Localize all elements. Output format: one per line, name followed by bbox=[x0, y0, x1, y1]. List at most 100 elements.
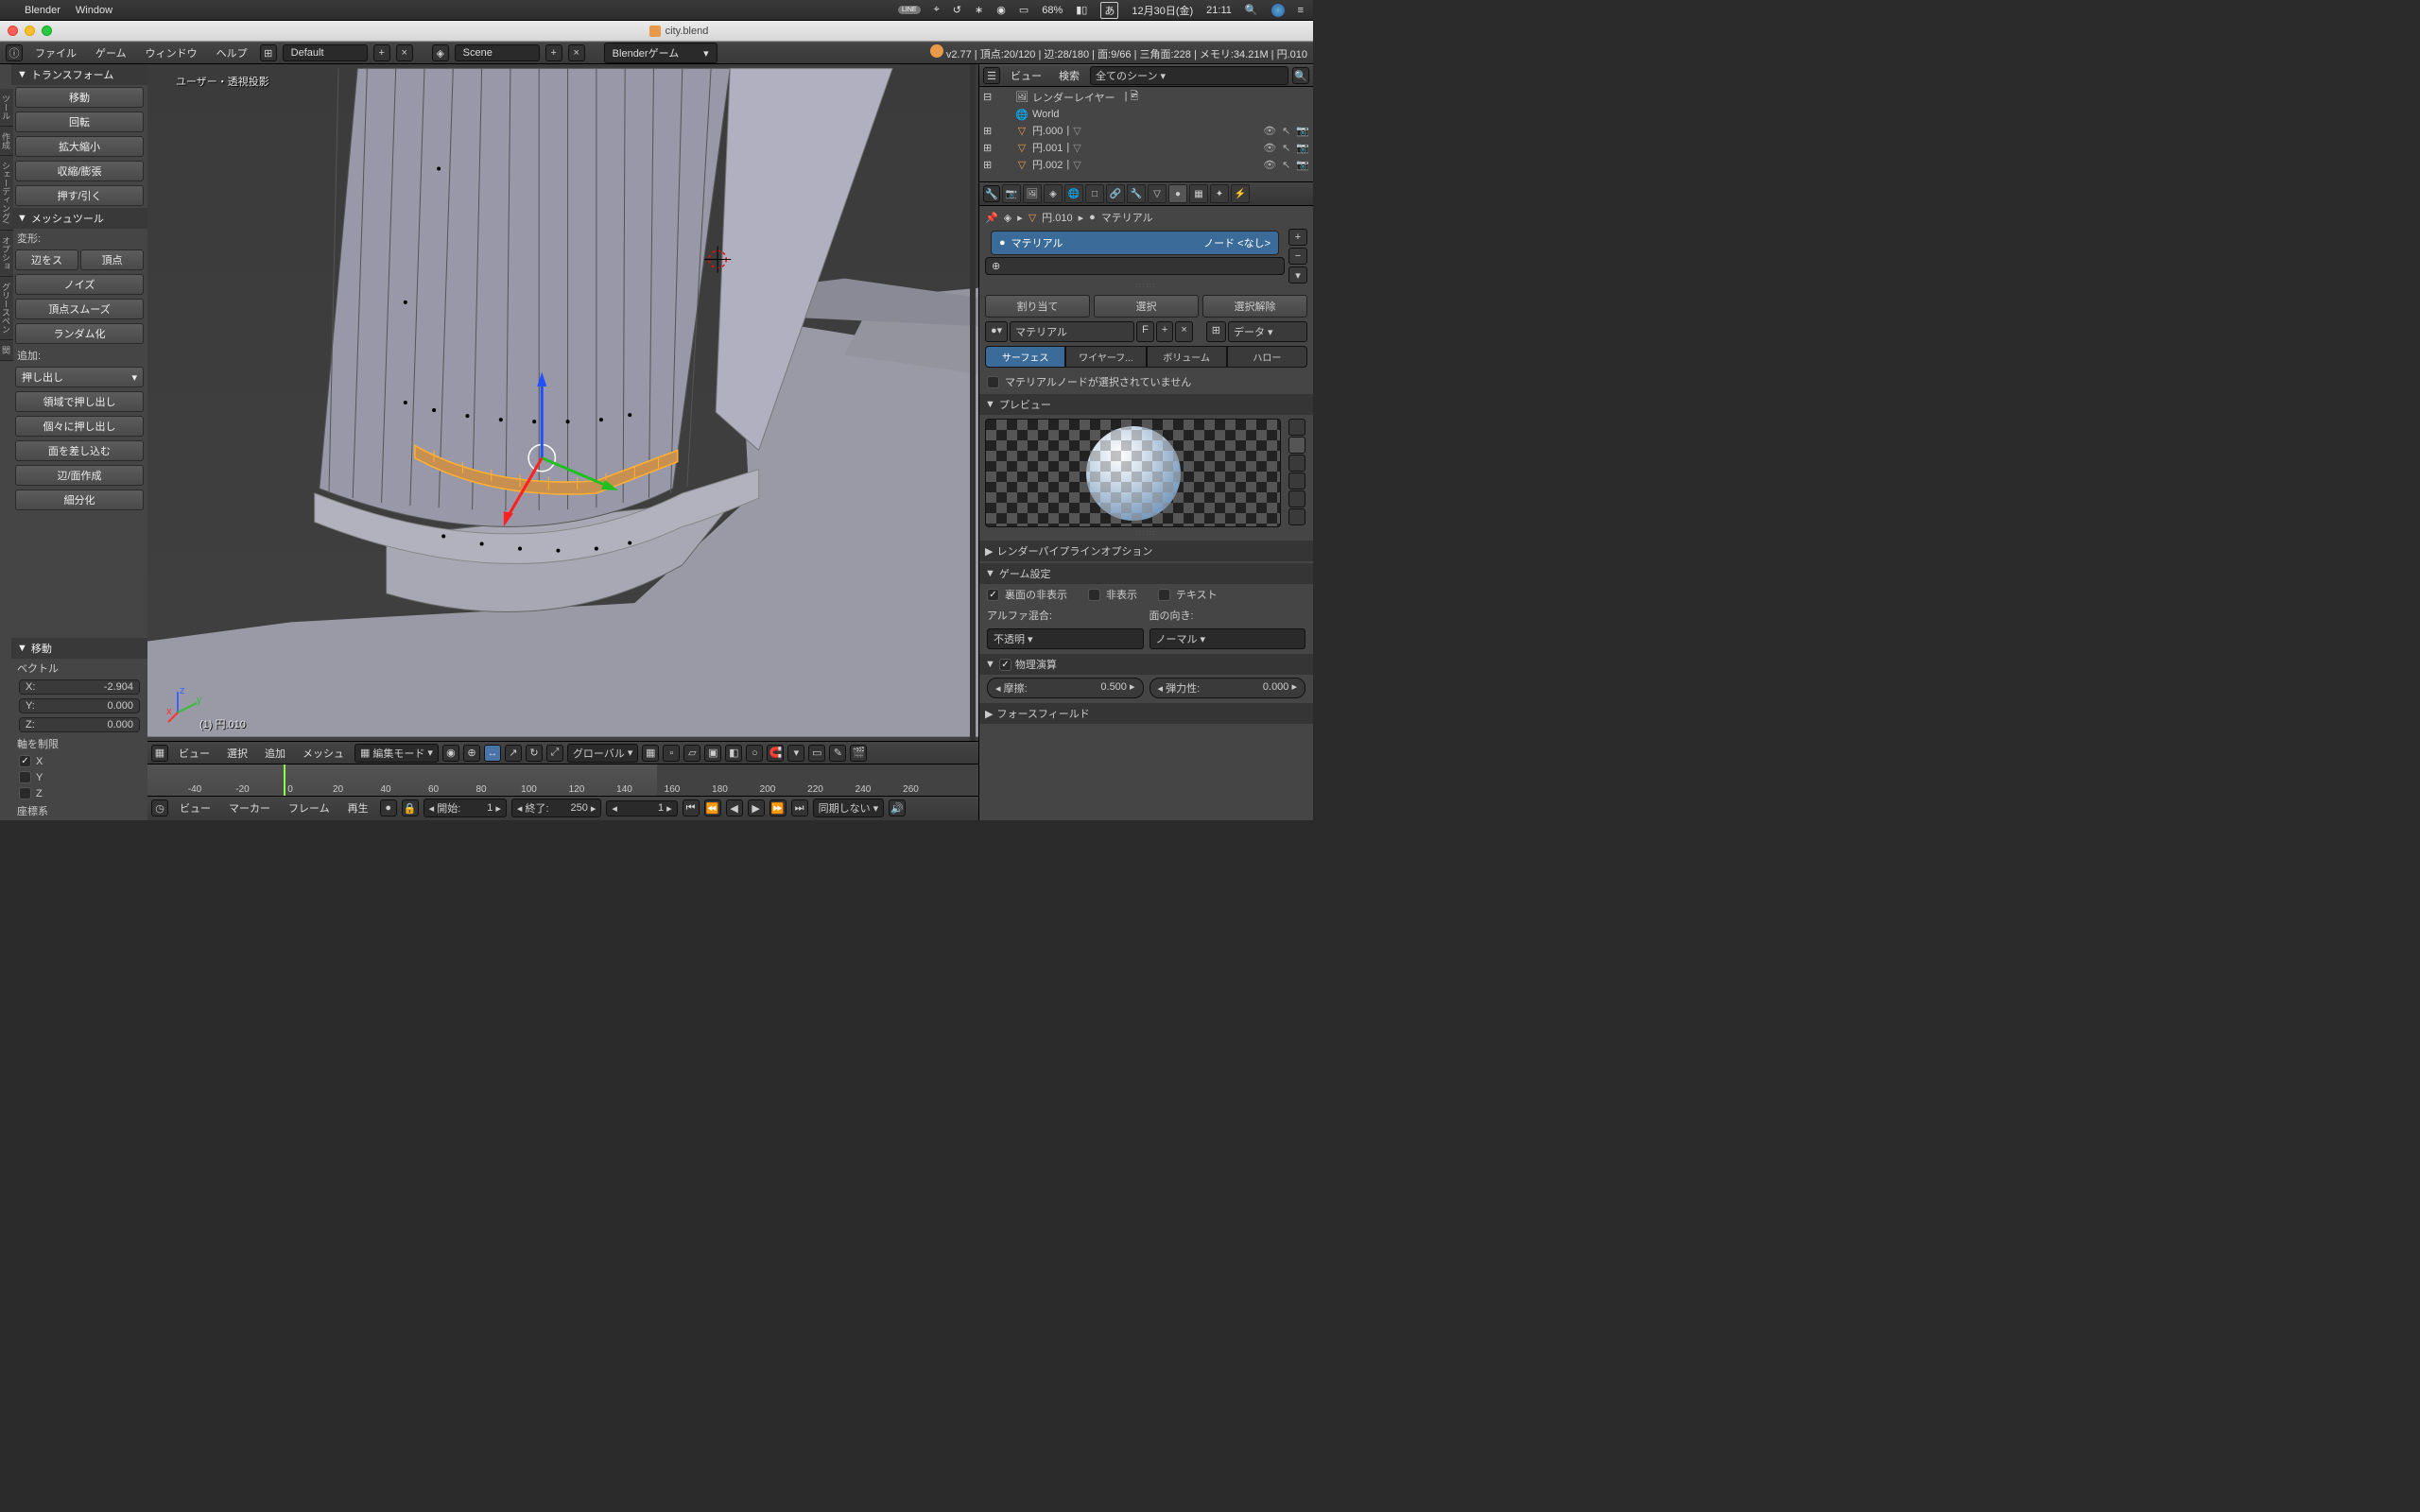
alpha-dropdown[interactable]: 不透明 ▾ bbox=[987, 628, 1144, 649]
outliner-row-circle001[interactable]: ⊞▽円.001 | ▽👁↖📷 bbox=[979, 139, 1313, 156]
data-link-dropdown[interactable]: データ ▾ bbox=[1228, 321, 1307, 342]
prop-tab-texture[interactable]: ▦ bbox=[1189, 184, 1208, 203]
tab-gpencil[interactable]: グリースペン bbox=[0, 277, 13, 340]
edge-slide-button[interactable]: 辺をス bbox=[15, 249, 78, 270]
tl-marker[interactable]: マーカー bbox=[222, 799, 277, 817]
outliner-editor-icon[interactable]: ☰ bbox=[983, 67, 1000, 84]
assign-button[interactable]: 割り当て bbox=[985, 295, 1090, 318]
rotate-button[interactable]: 回転 bbox=[15, 112, 144, 132]
render-border-icon[interactable]: ▭ bbox=[808, 745, 825, 762]
outliner-filter[interactable]: 全てのシーン ▾ bbox=[1090, 66, 1288, 85]
inset-button[interactable]: 面を差し込む bbox=[15, 440, 144, 461]
tl-playback[interactable]: 再生 bbox=[341, 799, 375, 817]
close-button[interactable] bbox=[8, 26, 18, 36]
preview-panel-header[interactable]: ▼ プレビュー bbox=[979, 394, 1313, 415]
prop-tab-scene[interactable]: ◈ bbox=[1044, 184, 1063, 203]
pipeline-panel-header[interactable]: ▶ レンダーパイプラインオプション bbox=[979, 541, 1313, 561]
constraint-z-checkbox[interactable] bbox=[19, 787, 31, 799]
layout-dropdown[interactable]: Default bbox=[283, 44, 368, 61]
tl-view[interactable]: ビュー bbox=[173, 799, 217, 817]
gpencil-icon[interactable]: ✎ bbox=[829, 745, 846, 762]
prop-tab-object[interactable]: □ bbox=[1085, 184, 1104, 203]
slot-add-icon[interactable]: + bbox=[1288, 229, 1307, 246]
view-menu[interactable]: ビュー bbox=[172, 744, 216, 763]
spotlight-icon[interactable]: 🔍 bbox=[1245, 4, 1258, 16]
tab-options[interactable]: オプショ bbox=[0, 231, 13, 277]
cursor-icon[interactable]: ↖ bbox=[1282, 125, 1290, 137]
props-editor-icon[interactable]: 🔧 bbox=[983, 185, 1000, 202]
material-new-icon[interactable]: + bbox=[1156, 321, 1173, 342]
prop-tab-render[interactable]: 📷 bbox=[1002, 184, 1021, 203]
prop-tab-particles[interactable]: ✦ bbox=[1210, 184, 1229, 203]
vector-z-field[interactable]: Z:0.000 bbox=[19, 717, 140, 732]
translate-button[interactable]: 移動 bbox=[15, 87, 144, 108]
extrude-dropdown[interactable]: 押し出し▾ bbox=[15, 367, 144, 387]
search-icon[interactable]: 🔍 bbox=[1292, 67, 1309, 84]
prop-tab-layers[interactable]: 🖼 bbox=[1023, 184, 1042, 203]
physics-panel-header[interactable]: ▼ 物理演算 bbox=[979, 654, 1313, 675]
siri-icon[interactable] bbox=[1271, 4, 1285, 17]
editor-type-icon[interactable]: ▦ bbox=[151, 745, 168, 762]
prop-tab-constraints[interactable]: 🔗 bbox=[1106, 184, 1125, 203]
prop-tab-material[interactable]: ● bbox=[1168, 184, 1187, 203]
manipulator-translate-icon[interactable]: ↗ bbox=[505, 745, 522, 762]
viewport-scrollbar[interactable] bbox=[970, 64, 976, 741]
tab-shading[interactable]: シェーディング/ bbox=[0, 156, 13, 231]
bluetooth-icon[interactable]: ∗ bbox=[975, 4, 983, 16]
menu-file[interactable]: ファイル bbox=[28, 43, 83, 62]
timeline-ruler[interactable]: -40-200204060801001201401601802002202402… bbox=[147, 765, 978, 797]
shading-icon[interactable]: ◉ bbox=[442, 745, 459, 762]
last-operator-header[interactable]: ▼ 移動 bbox=[11, 638, 147, 659]
3d-viewport[interactable]: ユーザー・透視投影 z y x (1) 円.010 bbox=[147, 64, 978, 741]
wire-tab[interactable]: ワイヤーフ... bbox=[1065, 346, 1146, 368]
autokey-icon[interactable]: ● bbox=[380, 799, 397, 816]
mesh-tools-header[interactable]: ▼ メッシュツール bbox=[11, 208, 147, 229]
noise-button[interactable]: ノイズ bbox=[15, 274, 144, 295]
tab-create[interactable]: 作成 bbox=[0, 127, 13, 156]
outliner-row-circle000[interactable]: ⊞▽円.000 | ▽👁↖📷 bbox=[979, 122, 1313, 139]
physics-enable-checkbox[interactable] bbox=[999, 659, 1011, 671]
line-icon[interactable]: LINE bbox=[898, 6, 921, 14]
material-name-field[interactable]: マテリアル bbox=[1010, 321, 1134, 342]
manipulator-scale-icon[interactable]: ⤢ bbox=[546, 745, 563, 762]
material-unlink-icon[interactable]: × bbox=[1175, 321, 1192, 342]
constraint-y-checkbox[interactable] bbox=[19, 771, 31, 783]
scene-browse-icon[interactable]: ◈ bbox=[432, 44, 449, 61]
menu-game[interactable]: ゲーム bbox=[89, 43, 133, 62]
location-icon[interactable]: ⌖ bbox=[934, 4, 940, 16]
vector-y-field[interactable]: Y:0.000 bbox=[19, 698, 140, 713]
surface-tab[interactable]: サーフェス bbox=[985, 346, 1065, 368]
prop-tab-modifiers[interactable]: 🔧 bbox=[1127, 184, 1146, 203]
constraint-x-checkbox[interactable] bbox=[19, 755, 31, 767]
sel-face-icon[interactable]: ▣ bbox=[704, 745, 721, 762]
engine-dropdown[interactable]: Blenderゲーム▾ bbox=[604, 43, 717, 63]
elastic-field[interactable]: ◂ 弾力性:0.000 ▸ bbox=[1150, 678, 1306, 698]
snap-icon[interactable]: 🧲 bbox=[767, 745, 784, 762]
sync-dropdown[interactable]: 同期しない ▾ bbox=[813, 799, 885, 817]
volume-tab[interactable]: ボリューム bbox=[1147, 346, 1227, 368]
select-button[interactable]: 選択 bbox=[1094, 295, 1199, 318]
invisible-checkbox[interactable] bbox=[1088, 589, 1100, 601]
material-browse-icon[interactable]: ●▾ bbox=[985, 321, 1008, 342]
sel-vertex-icon[interactable]: ▫ bbox=[663, 745, 680, 762]
notification-icon[interactable]: ≡ bbox=[1298, 5, 1304, 16]
extrude-region-button[interactable]: 領域で押し出し bbox=[15, 391, 144, 412]
start-field[interactable]: ◂ 開始: 1 ▸ bbox=[424, 799, 507, 817]
prop-tab-world[interactable]: 🌐 bbox=[1064, 184, 1083, 203]
add-menu[interactable]: 追加 bbox=[258, 744, 292, 763]
halo-tab[interactable]: ハロー bbox=[1227, 346, 1307, 368]
select-menu[interactable]: 選択 bbox=[220, 744, 254, 763]
make-edge-button[interactable]: 辺/面作成 bbox=[15, 465, 144, 486]
date[interactable]: 12月30日(金) bbox=[1132, 3, 1193, 18]
breadcrumb-obj[interactable]: 円.010 bbox=[1042, 210, 1072, 225]
clapper-icon[interactable]: 🎬 bbox=[850, 745, 867, 762]
nodetree-icon[interactable]: ⊞ bbox=[1206, 321, 1226, 342]
layers-icon[interactable]: ▦ bbox=[642, 745, 659, 762]
use-nodes-checkbox[interactable] bbox=[987, 376, 999, 388]
pivot-icon[interactable]: ⊕ bbox=[463, 745, 480, 762]
minimize-button[interactable] bbox=[25, 26, 35, 36]
slot-remove-icon[interactable]: − bbox=[1288, 248, 1307, 265]
manipulator-rotate-icon[interactable]: ↻ bbox=[526, 745, 543, 762]
info-editor-icon[interactable]: ⓘ bbox=[6, 44, 23, 61]
face-dropdown[interactable]: ノーマル ▾ bbox=[1150, 628, 1306, 649]
